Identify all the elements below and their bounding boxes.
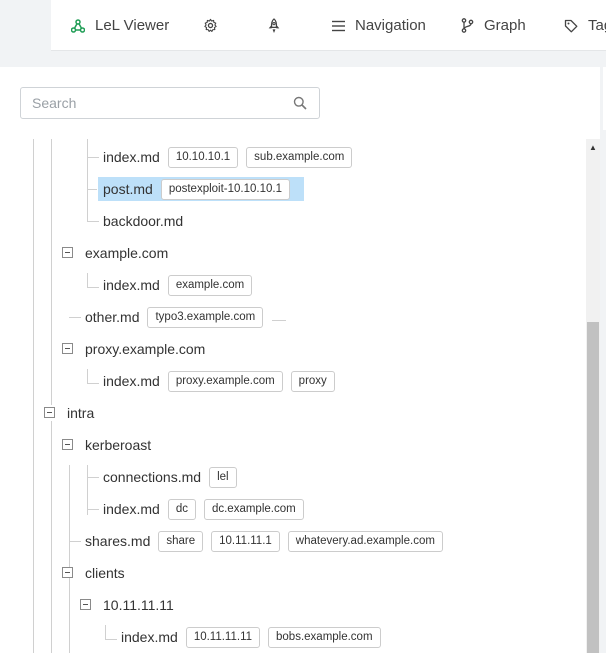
tree-item-label: 10.11.11.11 [103, 597, 174, 613]
search-box [20, 87, 320, 119]
tree-item-folder[interactable]: proxy.example.com [81, 337, 209, 361]
collapse-toggle[interactable] [44, 407, 55, 418]
tree-item-folder[interactable]: intra [63, 401, 98, 425]
tag-badge[interactable]: lel [209, 466, 237, 488]
tree-item-file[interactable]: index.md 10.11.11.11 bobs.example.com [117, 625, 381, 649]
tree-item-file[interactable]: index.md example.com [99, 273, 253, 297]
nav-navigation[interactable]: Navigation [332, 0, 426, 51]
tree-item-label: example.com [85, 245, 169, 261]
tree-item-label: intra [67, 405, 95, 421]
tree-item-folder[interactable]: kerberoast [81, 433, 155, 457]
git-branch-icon [461, 18, 474, 33]
gear-icon [203, 18, 218, 33]
app-title: LeL Viewer [95, 17, 170, 34]
deploy-button[interactable] [267, 0, 281, 51]
tree-item-label: index.md [103, 149, 160, 165]
collapse-toggle[interactable] [80, 599, 91, 610]
tree-item-label: kerberoast [85, 437, 152, 453]
tag-badge[interactable]: typo3.example.com [147, 306, 264, 328]
tree-item-folder[interactable]: 10.11.11.11 [99, 593, 178, 617]
tag-badge[interactable]: sub.example.com [246, 146, 353, 168]
tag-badge[interactable]: whatevery.ad.example.com [287, 530, 443, 552]
tree-item-file[interactable]: shares.md share 10.11.11.1 whatevery.ad.… [81, 529, 443, 553]
tag-badge[interactable]: 10.11.11.1 [211, 530, 280, 552]
tree-item-label: connections.md [103, 469, 202, 485]
app-root: LeL Viewer Navigation Graph Ta Search in… [0, 0, 606, 653]
tree-item-label: backdoor.md [103, 213, 184, 229]
tag-badge[interactable]: proxy [290, 370, 335, 392]
tree-item-label: index.md [103, 277, 160, 293]
tree-item-folder[interactable]: example.com [81, 241, 172, 265]
tag-badge[interactable]: dc [167, 498, 196, 520]
app-title-link[interactable]: LeL Viewer [71, 0, 169, 51]
tag-badge[interactable]: bobs.example.com [268, 626, 381, 648]
scroll-up-arrow-icon[interactable]: ▲ [586, 139, 600, 155]
rocket-icon [267, 18, 281, 33]
tree-item-file[interactable]: index.md proxy.example.com proxy [99, 369, 335, 393]
tag-badge[interactable]: postexploit-10.10.10.1 [160, 178, 290, 200]
tree-item-label: proxy.example.com [85, 341, 206, 357]
tree-item-file[interactable]: index.md 10.10.10.1 sub.example.com [99, 145, 353, 169]
tag-badge[interactable]: share [158, 530, 204, 552]
tag-badge[interactable]: proxy.example.com [167, 370, 283, 392]
scrollbar-thumb[interactable] [587, 322, 599, 653]
settings-button[interactable] [203, 0, 218, 51]
graph-logo-icon [71, 18, 85, 33]
tree-item-file[interactable]: other.md typo3.example.com [81, 305, 264, 329]
top-navbar: LeL Viewer Navigation Graph Ta [51, 0, 606, 51]
nav-graph[interactable]: Graph [461, 0, 526, 51]
left-gutter [0, 0, 51, 67]
tag-badge[interactable]: dc.example.com [203, 498, 304, 520]
tree-item-label: other.md [85, 309, 140, 325]
nav-tags-label: Tags [588, 17, 606, 34]
collapse-toggle[interactable] [62, 247, 73, 258]
tree-item-label: clients [85, 565, 125, 581]
menu-icon [332, 20, 345, 32]
right-edge [600, 67, 606, 653]
search-icon[interactable] [293, 96, 307, 115]
tree-item-label: shares.md [85, 533, 151, 549]
tag-badge[interactable]: 10.10.10.1 [167, 146, 239, 168]
tree-item-file[interactable]: connections.md lel [99, 465, 237, 489]
tree-item-file[interactable]: backdoor.md [99, 209, 187, 233]
search-input[interactable] [21, 88, 291, 118]
tree-item-label: index.md [121, 629, 178, 645]
navbar-spacer [51, 51, 606, 67]
tree-item-file[interactable]: index.md dc dc.example.com [99, 497, 304, 521]
tree-item-folder[interactable]: clients [81, 561, 129, 585]
file-tree: index.md 10.10.10.1 sub.example.com post… [0, 139, 586, 653]
collapse-toggle[interactable] [62, 343, 73, 354]
tree-item-file-selected[interactable]: post.md postexploit-10.10.10.1 [98, 177, 304, 201]
tree-item-label: index.md [103, 501, 160, 517]
nav-graph-label: Graph [484, 17, 526, 34]
collapse-toggle[interactable] [62, 567, 73, 578]
tree-item-label: post.md [103, 181, 153, 197]
tag-icon [564, 19, 578, 33]
tag-badge[interactable]: 10.11.11.11 [185, 626, 261, 648]
nav-tags[interactable]: Tags [564, 0, 606, 51]
tree-item-label: index.md [103, 373, 160, 389]
collapse-toggle[interactable] [62, 439, 73, 450]
tag-badge[interactable]: example.com [167, 274, 253, 296]
nav-navigation-label: Navigation [355, 17, 426, 34]
